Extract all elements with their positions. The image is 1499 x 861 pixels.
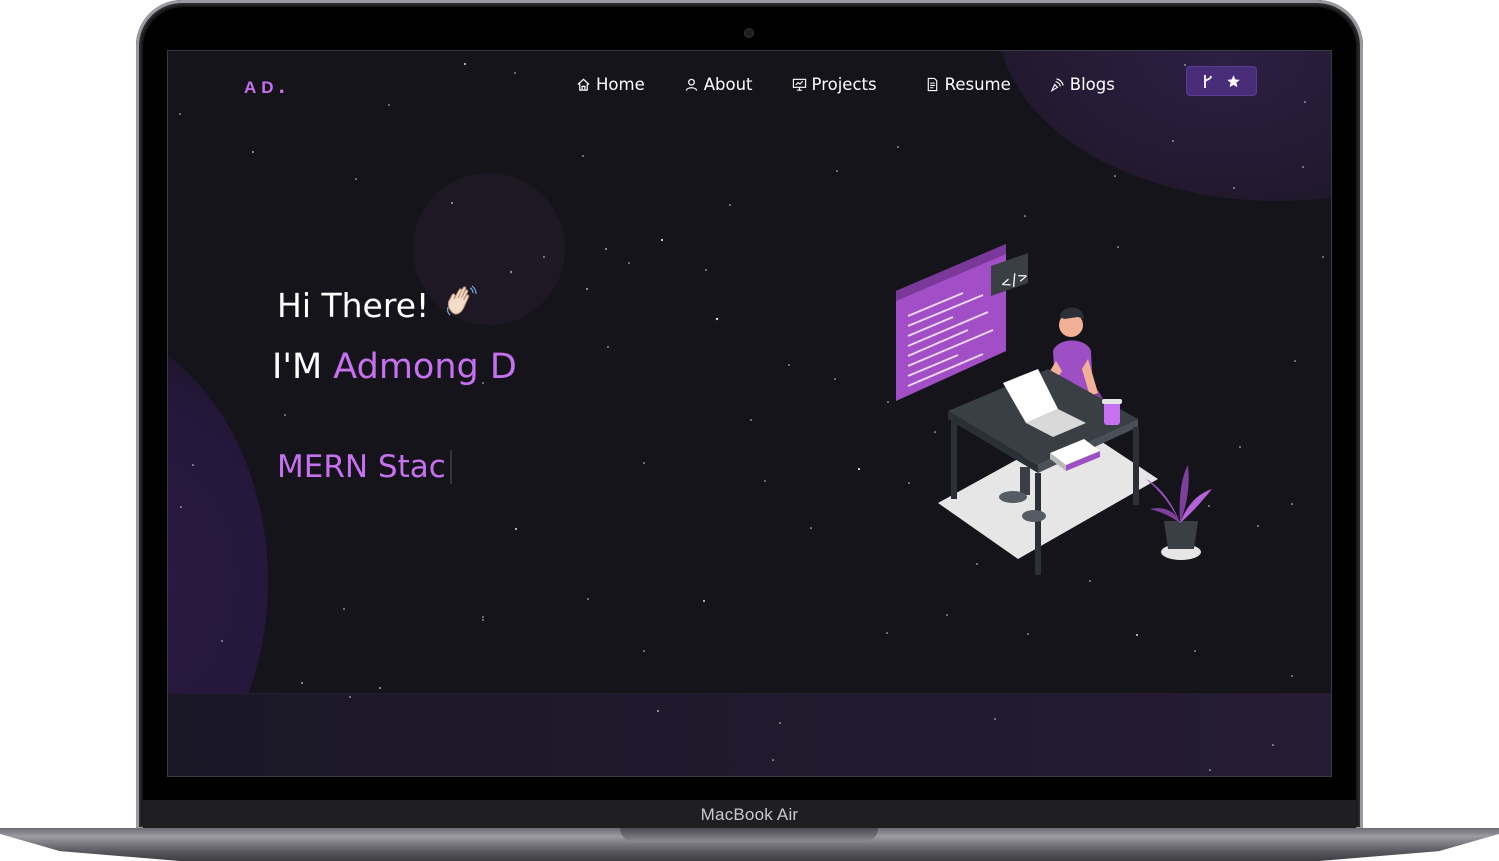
presentation-icon <box>792 78 806 91</box>
star-icon <box>1227 74 1240 87</box>
hero-greeting: Hi There! <box>277 283 479 327</box>
nav-item-resume[interactable]: Resume <box>925 75 1011 94</box>
wave-emoji <box>443 283 479 327</box>
intro-prefix: I'M <box>272 347 323 387</box>
laptop-model-label: MacBook Air <box>700 805 799 824</box>
website-screen: AD. Home About Projects Resume Blogs Hi … <box>167 50 1332 777</box>
logo-text: AD <box>244 78 279 97</box>
document-icon <box>927 77 937 91</box>
nav-item-blogs[interactable]: Blogs <box>1050 75 1115 94</box>
logo[interactable]: AD. <box>244 73 290 99</box>
nav-item-home[interactable]: Home <box>576 75 645 94</box>
typing-caret <box>449 450 452 484</box>
nav-item-label: Home <box>596 74 645 94</box>
hero-name: Admong D <box>333 347 517 387</box>
laptop-opening-notch <box>620 828 878 842</box>
home-icon <box>577 78 590 91</box>
hero-name-line: I'M Admong D <box>272 347 517 387</box>
nav-item-label: About <box>703 74 753 94</box>
main-nav: Home About Projects Resume Blogs <box>576 69 1154 99</box>
nav-item-label: Projects <box>811 74 877 94</box>
nav-item-about[interactable]: About <box>684 75 753 94</box>
waving-hand-icon <box>447 285 477 316</box>
nav-item-projects[interactable]: Projects <box>792 75 877 94</box>
nav-item-label: Resume <box>944 74 1011 94</box>
laptop-chin: MacBook Air <box>143 800 1356 830</box>
github-star-button[interactable] <box>1186 66 1257 96</box>
webcam <box>745 29 753 37</box>
typed-role: MERN Stac <box>277 449 446 485</box>
typewriter-text: MERN Stac <box>277 449 452 485</box>
logo-dot: . <box>278 73 290 98</box>
developer-illustration: </> <box>896 244 1212 575</box>
git-fork-icon <box>1204 74 1212 88</box>
user-icon <box>685 78 697 91</box>
blog-icon <box>1050 77 1064 92</box>
nav-item-label: Blogs <box>1069 74 1115 94</box>
greeting-text: Hi There! <box>277 285 430 325</box>
